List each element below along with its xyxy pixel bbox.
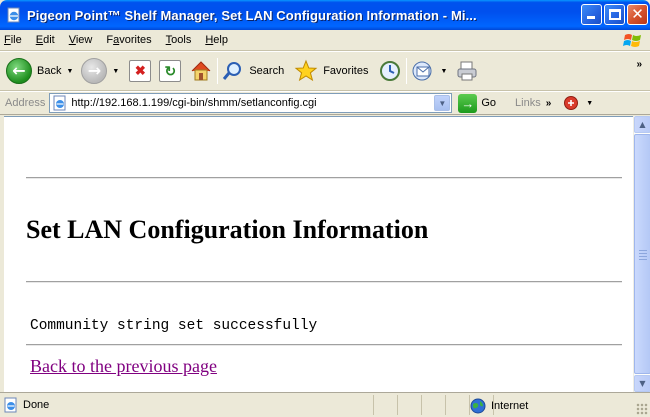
- mail-dropdown-icon[interactable]: ▼: [440, 68, 447, 75]
- status-message: Community string set successfully: [30, 318, 318, 334]
- close-button[interactable]: ✕: [627, 4, 648, 25]
- maximize-button[interactable]: [604, 4, 625, 25]
- page-heading: Set LAN Configuration Information: [26, 215, 429, 244]
- back-to-previous-link[interactable]: Back to the previous page: [30, 356, 217, 377]
- menu-view[interactable]: View: [62, 31, 100, 50]
- toolbar-overflow-icon[interactable]: »: [636, 59, 642, 70]
- horizontal-rule: [26, 177, 622, 179]
- vertical-scrollbar[interactable]: ▲ ▼: [633, 116, 650, 392]
- toolbar-separator: [217, 58, 219, 84]
- address-url[interactable]: http://192.168.1.199/cgi-bin/shmm/setlan…: [71, 97, 431, 109]
- close-icon: ✕: [631, 5, 644, 23]
- grip-line: [639, 256, 647, 257]
- links-overflow-icon[interactable]: »: [546, 98, 552, 109]
- extension-dropdown-icon[interactable]: ▼: [586, 100, 593, 107]
- links-label[interactable]: Links: [515, 97, 541, 109]
- horizontal-rule: [26, 281, 622, 283]
- minimize-button[interactable]: [581, 4, 602, 25]
- page-viewport[interactable]: Set LAN Configuration Information Commun…: [4, 116, 633, 392]
- home-icon: [191, 61, 211, 81]
- scroll-thumb[interactable]: [634, 134, 650, 374]
- go-button[interactable]: Go: [481, 97, 496, 109]
- back-button[interactable]: ← Back ▼: [0, 54, 73, 88]
- maximize-icon: [609, 9, 621, 20]
- search-label: Search: [249, 65, 285, 77]
- search-icon: [223, 62, 242, 80]
- title-bar[interactable]: Pigeon Point™ Shelf Manager, Set LAN Con…: [0, 0, 650, 30]
- windows-logo-icon: [623, 34, 641, 47]
- stop-button[interactable]: ✖: [129, 54, 152, 88]
- horizontal-rule: [26, 344, 622, 346]
- status-pane: [421, 395, 445, 415]
- window-title: Pigeon Point™ Shelf Manager, Set LAN Con…: [27, 7, 477, 23]
- refresh-icon: ↻: [159, 60, 182, 82]
- address-bar: Address http://192.168.1.199/cgi-bin/shm…: [0, 91, 650, 115]
- resize-grip-icon[interactable]: [636, 403, 648, 415]
- menu-favorites[interactable]: Favorites: [99, 31, 158, 50]
- back-arrow-icon: ←: [6, 58, 32, 84]
- go-arrow-icon[interactable]: →: [458, 93, 478, 113]
- status-pane: [373, 395, 397, 415]
- stop-icon: ✖: [129, 60, 152, 82]
- toolbar-separator: [406, 58, 408, 84]
- scroll-up-button[interactable]: ▲: [634, 116, 650, 133]
- address-dropdown-icon[interactable]: ▼: [434, 95, 451, 111]
- printer-icon: [457, 61, 477, 81]
- print-button[interactable]: [455, 54, 479, 88]
- menu-bar: File Edit View Favorites Tools Help: [0, 30, 650, 51]
- status-pane: [445, 395, 469, 415]
- internet-globe-icon: [470, 398, 486, 414]
- status-pane: [397, 395, 421, 415]
- minimize-icon: [587, 16, 595, 19]
- search-button[interactable]: Search: [222, 54, 284, 88]
- menu-help[interactable]: Help: [198, 31, 235, 50]
- favorites-star-icon: [294, 59, 318, 82]
- status-bar: Done Internet: [0, 392, 650, 417]
- favorites-label: Favorites: [323, 65, 369, 77]
- favorites-button[interactable]: Favorites: [294, 54, 368, 88]
- menu-tools[interactable]: Tools: [159, 31, 199, 50]
- refresh-button[interactable]: ↻: [159, 54, 182, 88]
- mail-button[interactable]: ▼: [411, 54, 447, 88]
- page-icon: [53, 95, 66, 111]
- mail-icon: [412, 61, 432, 81]
- extension-icon[interactable]: [563, 94, 581, 112]
- grip-line: [639, 250, 647, 251]
- forward-button[interactable]: → ▼: [81, 54, 119, 88]
- grip-line: [639, 253, 647, 254]
- menu-file[interactable]: File: [0, 31, 29, 50]
- forward-dropdown-icon[interactable]: ▼: [112, 68, 119, 75]
- ie-page-icon: [7, 7, 20, 23]
- history-icon: [380, 61, 401, 81]
- standard-toolbar: ← Back ▼ → ▼ ✖ ↻ Search Favorites ▼ »: [0, 51, 650, 91]
- menu-edit[interactable]: Edit: [29, 31, 62, 50]
- status-text: Done: [23, 399, 50, 411]
- security-zone[interactable]: Internet: [470, 396, 528, 416]
- address-label: Address: [5, 97, 46, 109]
- history-button[interactable]: [378, 54, 402, 88]
- scroll-down-button[interactable]: ▼: [634, 375, 650, 392]
- back-label: Back: [37, 65, 62, 77]
- grip-line: [639, 259, 647, 260]
- home-button[interactable]: [189, 54, 213, 88]
- forward-arrow-icon: →: [81, 58, 108, 84]
- page-done-icon: [4, 397, 17, 413]
- zone-label: Internet: [491, 400, 529, 412]
- address-input[interactable]: http://192.168.1.199/cgi-bin/shmm/setlan…: [49, 93, 453, 113]
- back-dropdown-icon[interactable]: ▼: [66, 68, 73, 75]
